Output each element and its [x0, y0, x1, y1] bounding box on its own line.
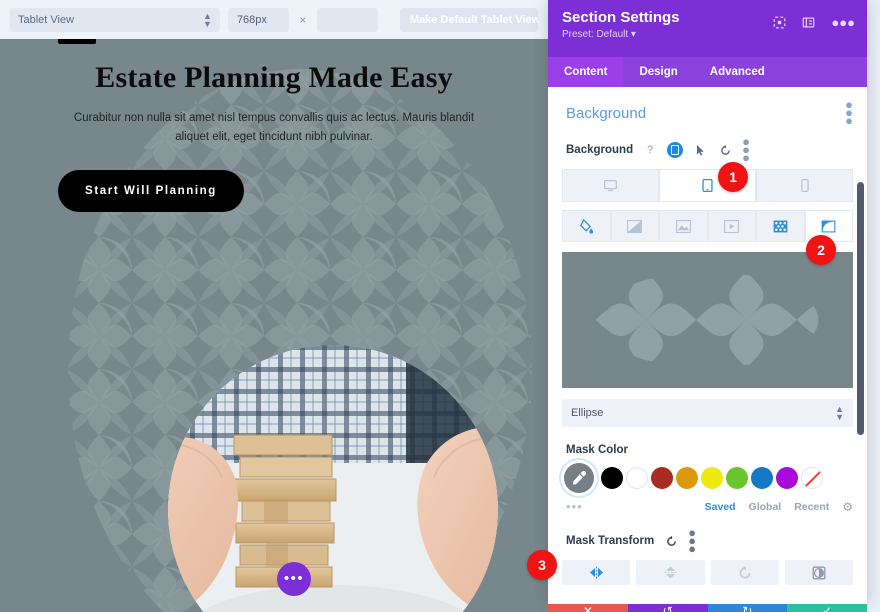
panel-scrollbar[interactable] — [857, 182, 864, 435]
bg-type-image-button[interactable] — [659, 210, 708, 242]
flip-vertical-button[interactable] — [636, 560, 705, 585]
save-changes-button[interactable]: ✓ — [787, 604, 867, 612]
viewport-width-input[interactable]: 768px — [227, 7, 289, 32]
help-icon[interactable]: ? — [642, 142, 658, 158]
flip-horizontal-button[interactable] — [562, 560, 631, 585]
view-mode-select[interactable]: Tablet View ▲ ▼ — [10, 7, 220, 32]
viewport-height-input[interactable] — [317, 7, 378, 32]
layout-icon[interactable] — [802, 16, 815, 29]
invert-button[interactable] — [784, 560, 853, 585]
panel-action-bar: ✕ ↺ ↻ ✓ — [548, 604, 867, 612]
swatch-yellow[interactable] — [701, 467, 723, 489]
chevron-updown-icon: ▲ ▼ — [203, 10, 212, 29]
tab-content[interactable]: Content — [548, 57, 624, 87]
module-settings-dots-button[interactable]: ••• — [277, 562, 311, 596]
mask-transform-buttons — [548, 560, 867, 585]
mask-transform-kebab-icon[interactable]: ● ● ● — [688, 526, 696, 555]
section-heading: Estate Planning Made Easy — [95, 61, 453, 94]
start-will-planning-button[interactable]: Start Will Planning — [58, 170, 244, 212]
step-badge-1: 1 — [718, 162, 748, 192]
device-desktop-button[interactable] — [562, 169, 659, 202]
bg-type-pattern-button[interactable] — [756, 210, 805, 242]
cta-label: Start Will Planning — [85, 185, 217, 197]
responsive-toolbar: Tablet View ▲ ▼ 768px × Make Default Tabl… — [0, 0, 548, 39]
undo-button[interactable]: ↺ — [627, 604, 708, 612]
save-glyph: ✓ — [822, 604, 833, 612]
swatch-white[interactable] — [626, 467, 648, 489]
mask-transform-label: Mask Transform — [566, 535, 655, 547]
responsive-toggle-icon[interactable] — [667, 142, 684, 158]
step-badge-3: 3 — [527, 550, 557, 580]
swatch-dark-red[interactable] — [651, 467, 673, 489]
mask-color-swatches — [548, 463, 867, 493]
panel-body: Background ● ● ● Background ? ● ● ● Elli… — [548, 87, 867, 604]
section-paragraph: Curabitur non nulla sit amet nisl tempus… — [73, 112, 475, 143]
mask-color-label: Mask Color — [566, 444, 628, 456]
color-tab-global[interactable]: Global — [749, 501, 782, 513]
background-field-kebab-icon[interactable]: ● ● ● — [742, 135, 750, 164]
redo-button[interactable]: ↻ — [707, 604, 788, 612]
redo-glyph: ↻ — [742, 604, 753, 612]
panel-kebab-icon[interactable]: ● ● ● — [831, 16, 855, 29]
discard-glyph: ✕ — [582, 604, 593, 612]
dimension-separator: × — [299, 12, 307, 27]
device-phone-button[interactable] — [756, 169, 853, 202]
mask-shape-value: Ellipse — [571, 407, 604, 419]
gear-icon[interactable]: ⚙ — [842, 500, 853, 514]
bg-type-color-button[interactable] — [562, 210, 611, 242]
tab-advanced-label: Advanced — [709, 66, 765, 78]
swatch-transparent[interactable] — [801, 467, 823, 489]
make-default-tablet-label: Make Default Tablet View — [409, 13, 538, 26]
bg-type-video-button[interactable] — [707, 210, 756, 242]
tab-design[interactable]: Design — [623, 57, 693, 87]
chevron-updown-icon: ▲ ▼ — [835, 404, 844, 422]
tab-content-label: Content — [564, 66, 608, 78]
mask-transform-reset-icon[interactable] — [663, 533, 679, 549]
color-tab-recent[interactable]: Recent — [794, 501, 829, 513]
panel-preset-dropdown[interactable]: Preset: Default ▾ — [562, 29, 853, 40]
responsive-icon[interactable] — [773, 16, 786, 29]
swatch-orange[interactable] — [676, 467, 698, 489]
color-tab-saved[interactable]: Saved — [705, 501, 736, 513]
section-preview[interactable]: Estate Planning Made Easy Curabitur non … — [0, 39, 548, 612]
section-settings-panel: Section Settings Preset: Default ▾ ● ● ● C… — [548, 0, 867, 604]
section-hover-indicator — [58, 39, 96, 44]
mask-shape-select[interactable]: Ellipse ▲ ▼ — [562, 399, 853, 427]
background-section-kebab-icon[interactable]: ● ● ● — [845, 98, 853, 127]
mask-preview[interactable] — [562, 252, 853, 388]
reset-icon[interactable] — [717, 142, 733, 158]
eyedropper-swatch-button[interactable] — [564, 463, 594, 493]
step-badge-2: 2 — [806, 235, 836, 265]
swatch-green[interactable] — [726, 467, 748, 489]
background-section-title: Background — [566, 104, 647, 122]
more-colors-button[interactable]: ••• — [566, 499, 583, 514]
mask-preview-graphic — [562, 252, 853, 388]
rotate-button[interactable] — [710, 560, 779, 585]
panel-tabs: Content Design Advanced — [548, 57, 867, 87]
builder-canvas-area: Tablet View ▲ ▼ 768px × Make Default Tabl… — [0, 0, 548, 612]
make-default-tablet-button[interactable]: Make Default Tablet View — [399, 7, 538, 32]
background-field-label: Background — [566, 144, 634, 156]
hover-cursor-icon[interactable] — [692, 142, 708, 158]
device-segment-row — [548, 169, 867, 202]
discard-changes-button[interactable]: ✕ — [548, 604, 628, 612]
panel-header: Section Settings Preset: Default ▾ ● ● ● — [548, 0, 867, 57]
swatch-blue[interactable] — [751, 467, 773, 489]
swatch-black[interactable] — [601, 467, 623, 489]
tab-design-label: Design — [639, 66, 678, 78]
bg-type-gradient-button[interactable] — [610, 210, 659, 242]
swatch-purple[interactable] — [776, 467, 798, 489]
undo-glyph: ↺ — [662, 604, 673, 612]
tab-advanced[interactable]: Advanced — [694, 57, 781, 87]
viewport-width-value: 768px — [236, 13, 267, 26]
view-mode-value: Tablet View — [18, 13, 75, 26]
